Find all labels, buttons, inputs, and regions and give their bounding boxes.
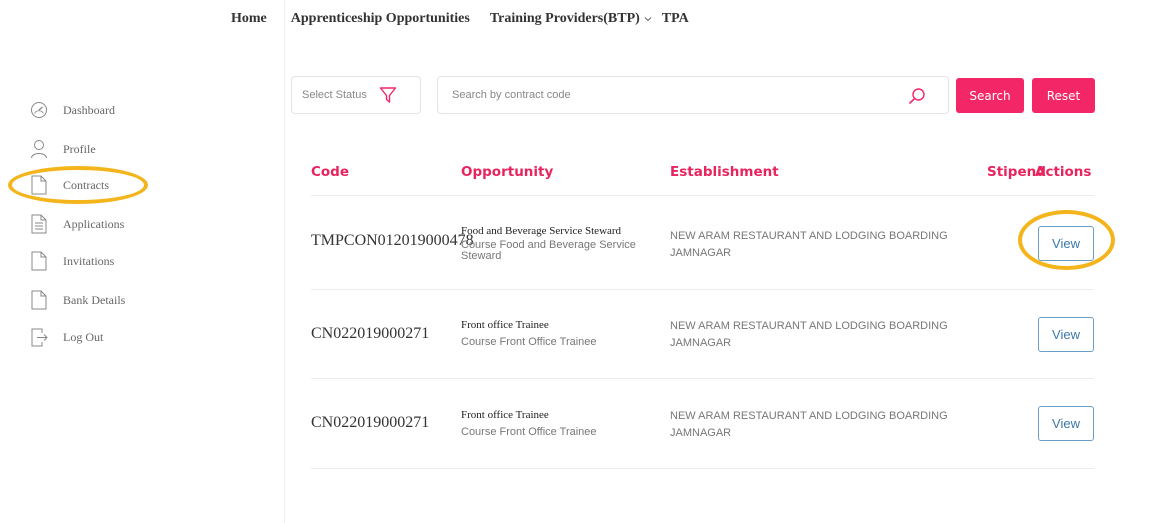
status-select-placeholder: Select Status — [302, 89, 367, 101]
establishment-cell: NEW ARAM RESTAURANT AND LODGING BOARDING… — [670, 408, 970, 442]
column-header-opportunity: Opportunity — [461, 164, 554, 180]
column-header-establishment: Establishment — [670, 164, 779, 180]
nav-training-providers-dropdown[interactable]: Training Providers(BTP) — [490, 11, 652, 27]
sidebar-item-label: Bank Details — [63, 292, 126, 307]
establishment-name: NEW ARAM RESTAURANT AND LODGING BOARDING — [670, 320, 948, 332]
opportunity-title: Front office Trainee — [461, 409, 549, 421]
header-divider — [311, 195, 1094, 196]
row-divider — [311, 468, 1094, 469]
opportunity-title: Front office Trainee — [461, 319, 549, 331]
chevron-down-icon — [644, 17, 652, 22]
nav-training-providers-label: Training Providers(BTP) — [489, 11, 640, 26]
sidebar-item-label: Log Out — [63, 329, 104, 344]
contract-code: CN022019000271 — [311, 414, 430, 431]
establishment-city: JAMNAGAR — [670, 427, 732, 439]
search-box — [437, 76, 949, 114]
establishment-cell: NEW ARAM RESTAURANT AND LODGING BOARDING… — [670, 318, 970, 352]
sidebar-item-bank-details[interactable]: Bank Details — [30, 288, 125, 312]
sidebar-item-invitations[interactable]: Invitations — [30, 249, 114, 273]
column-header-actions: Actions — [1035, 164, 1092, 180]
row-divider — [311, 289, 1094, 290]
sidebar-item-label: Invitations — [63, 253, 115, 268]
document-icon — [30, 290, 48, 310]
sidebar-item-applications[interactable]: Applications — [30, 212, 124, 236]
sidebar-item-dashboard[interactable]: Dashboard — [30, 98, 115, 122]
view-button[interactable]: View — [1038, 317, 1094, 352]
course-name: Course Front Office Trainee — [461, 426, 597, 438]
establishment-name: NEW ARAM RESTAURANT AND LODGING BOARDING — [670, 230, 948, 242]
opportunity-title: Food and Beverage Service Steward — [461, 225, 622, 237]
reset-button[interactable]: Reset — [1032, 78, 1095, 113]
sidebar-item-label: Dashboard — [63, 102, 115, 117]
opportunity-cell: Food and Beverage Service Steward Course… — [461, 225, 661, 262]
establishment-cell: NEW ARAM RESTAURANT AND LODGING BOARDING… — [670, 228, 970, 262]
establishment-city: JAMNAGAR — [670, 337, 732, 349]
row-divider — [311, 378, 1094, 379]
dashboard-icon — [30, 100, 48, 120]
sidebar-item-label: Profile — [63, 141, 96, 156]
nav-tpa-link[interactable]: TPA — [662, 11, 689, 27]
nav-apprenticeship-link[interactable]: Apprenticeship Opportunities — [291, 11, 470, 27]
sidebar-item-label: Contracts — [63, 177, 109, 192]
document-icon — [30, 175, 48, 195]
logout-icon — [30, 327, 48, 347]
sidebar: Dashboard Profile Contracts Applications… — [0, 0, 285, 523]
course-name: Course Food and Beverage Service Steward — [461, 239, 636, 262]
user-icon — [30, 139, 48, 159]
establishment-name: NEW ARAM RESTAURANT AND LODGING BOARDING — [670, 410, 948, 422]
contract-code: TMPCON012019000478 — [311, 232, 474, 249]
filter-icon — [379, 87, 397, 103]
status-select[interactable]: Select Status — [291, 76, 421, 114]
search-input[interactable] — [452, 89, 892, 101]
sidebar-item-label: Applications — [63, 216, 125, 231]
view-button[interactable]: View — [1038, 226, 1094, 261]
column-header-code: Code — [311, 164, 350, 180]
opportunity-cell: Front office Trainee Course Front Office… — [461, 319, 661, 348]
sidebar-item-contracts[interactable]: Contracts — [30, 173, 109, 197]
opportunity-cell: Front office Trainee Course Front Office… — [461, 409, 661, 438]
document-lines-icon — [30, 214, 48, 234]
document-icon — [30, 251, 48, 271]
sidebar-item-log-out[interactable]: Log Out — [30, 325, 103, 349]
establishment-city: JAMNAGAR — [670, 247, 732, 259]
top-nav: Home Apprenticeship Opportunities Traini… — [231, 8, 689, 30]
search-icon[interactable] — [908, 87, 926, 105]
course-name: Course Front Office Trainee — [461, 336, 597, 348]
contract-code: CN022019000271 — [311, 325, 430, 342]
view-button[interactable]: View — [1038, 406, 1094, 441]
sidebar-item-profile[interactable]: Profile — [30, 137, 96, 161]
search-button[interactable]: Search — [956, 78, 1024, 113]
